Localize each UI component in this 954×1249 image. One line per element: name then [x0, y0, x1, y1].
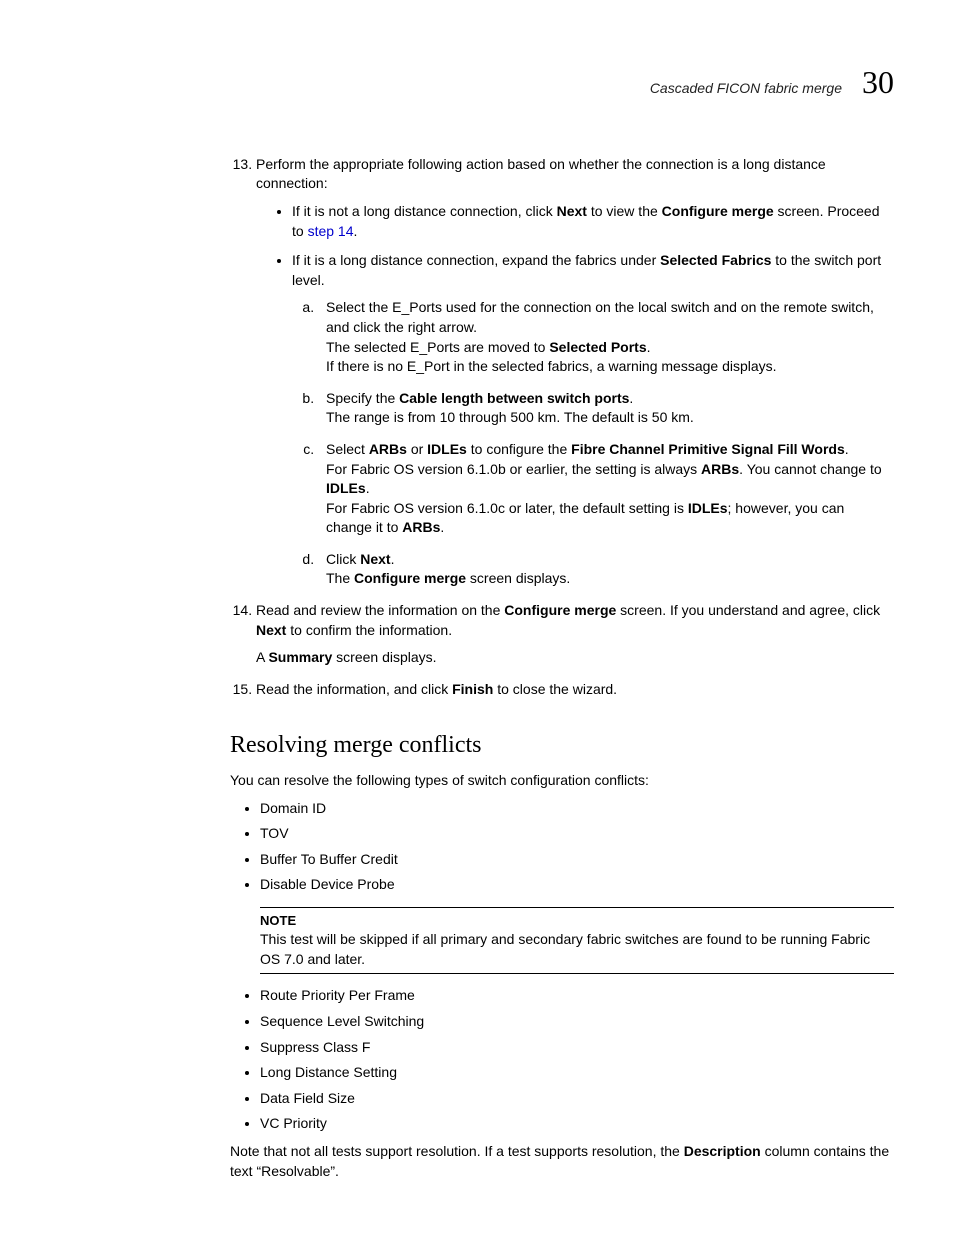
text: The selected E_Ports are moved to [326, 339, 549, 355]
text: to view the [587, 203, 662, 219]
configure-merge-label: Configure merge [354, 570, 466, 586]
closing-note: Note that not all tests support resoluti… [230, 1142, 894, 1181]
option-not-long-distance: If it is not a long distance connection,… [292, 202, 894, 241]
text: Select the E_Ports used for the connecti… [326, 299, 874, 335]
substep-b: Specify the Cable length between switch … [318, 389, 894, 428]
text: . [629, 390, 633, 406]
step-13-options: If it is not a long distance connection,… [256, 202, 894, 589]
list-item: Route Priority Per Frame [260, 986, 894, 1006]
idles-label: IDLEs [427, 441, 467, 457]
list-item: Sequence Level Switching [260, 1012, 894, 1032]
summary-label: Summary [268, 649, 332, 665]
arbs-label: ARBs [701, 461, 739, 477]
page-content: Perform the appropriate following action… [60, 155, 894, 1181]
substeps: Select the E_Ports used for the connecti… [292, 298, 894, 589]
text: Read and review the information on the [256, 602, 504, 618]
text: Click [326, 551, 360, 567]
configure-merge-label: Configure merge [662, 203, 774, 219]
step-13: Perform the appropriate following action… [256, 155, 894, 589]
text: If it is not a long distance connection,… [292, 203, 557, 219]
conflict-list-1: Domain ID TOV Buffer To Buffer Credit Di… [230, 799, 894, 895]
text: . [366, 480, 370, 496]
next-label: Next [557, 203, 587, 219]
list-item: Suppress Class F [260, 1038, 894, 1058]
text: . [845, 441, 849, 457]
idles-label: IDLEs [326, 480, 366, 496]
text: screen displays. [332, 649, 436, 665]
note-block: NOTE This test will be skipped if all pr… [260, 907, 894, 974]
arbs-label: ARBs [402, 519, 440, 535]
substep-a: Select the E_Ports used for the connecti… [318, 298, 894, 376]
next-label: Next [256, 622, 286, 638]
step-13-intro: Perform the appropriate following action… [256, 156, 826, 192]
procedure-list: Perform the appropriate following action… [230, 155, 894, 700]
list-item: Data Field Size [260, 1089, 894, 1109]
text: If it is a long distance connection, exp… [292, 252, 660, 268]
substep-d: Click Next. The Configure merge screen d… [318, 550, 894, 589]
text: screen displays. [466, 570, 570, 586]
step-14-link[interactable]: step 14 [308, 223, 354, 239]
next-label: Next [360, 551, 390, 567]
text: screen. If you understand and agree, cli… [616, 602, 880, 618]
list-item: Disable Device Probe [260, 875, 894, 895]
cable-length-label: Cable length between switch ports [399, 390, 629, 406]
text: . [391, 551, 395, 567]
substep-c: Select ARBs or IDLEs to configure the Fi… [318, 440, 894, 538]
text: . [354, 223, 358, 239]
conflict-list-2: Route Priority Per Frame Sequence Level … [230, 986, 894, 1134]
note-label: NOTE [260, 912, 894, 930]
text: If there is no E_Port in the selected fa… [326, 358, 777, 374]
text: . [440, 519, 444, 535]
selected-fabrics-label: Selected Fabrics [660, 252, 771, 268]
text: . [647, 339, 651, 355]
list-item: Long Distance Setting [260, 1063, 894, 1083]
text: For Fabric OS version 6.1.0b or earlier,… [326, 461, 701, 477]
header-section-title: Cascaded FICON fabric merge [650, 79, 842, 99]
text: Specify the [326, 390, 399, 406]
chapter-number: 30 [862, 60, 894, 105]
page: Cascaded FICON fabric merge 30 Perform t… [0, 0, 954, 1249]
text: For Fabric OS version 6.1.0c or later, t… [326, 500, 688, 516]
description-label: Description [684, 1143, 761, 1159]
rule [260, 973, 894, 974]
text: The range is from 10 through 500 km. The… [326, 409, 694, 425]
section-heading: Resolving merge conflicts [230, 729, 894, 763]
text: to configure the [467, 441, 571, 457]
fill-words-label: Fibre Channel Primitive Signal Fill Word… [571, 441, 845, 457]
list-item: Domain ID [260, 799, 894, 819]
text: The [326, 570, 354, 586]
text: or [407, 441, 427, 457]
list-item: TOV [260, 824, 894, 844]
section-intro: You can resolve the following types of s… [230, 771, 894, 791]
step-15: Read the information, and click Finish t… [256, 680, 894, 700]
arbs-label: ARBs [369, 441, 407, 457]
text: . You cannot change to [739, 461, 881, 477]
text: Read the information, and click [256, 681, 452, 697]
text: Note that not all tests support resoluti… [230, 1143, 684, 1159]
text: to confirm the information. [286, 622, 452, 638]
text: Select [326, 441, 369, 457]
finish-label: Finish [452, 681, 493, 697]
step-14-summary: A Summary screen displays. [256, 648, 894, 668]
text: A [256, 649, 268, 665]
option-long-distance: If it is a long distance connection, exp… [292, 251, 894, 589]
list-item: VC Priority [260, 1114, 894, 1134]
list-item: Buffer To Buffer Credit [260, 850, 894, 870]
step-14: Read and review the information on the C… [256, 601, 894, 668]
configure-merge-label: Configure merge [504, 602, 616, 618]
idles-label: IDLEs [688, 500, 728, 516]
note-body: This test will be skipped if all primary… [260, 930, 894, 969]
selected-ports-label: Selected Ports [549, 339, 646, 355]
page-header: Cascaded FICON fabric merge 30 [60, 60, 894, 105]
text: to close the wizard. [493, 681, 617, 697]
rule [260, 907, 894, 908]
